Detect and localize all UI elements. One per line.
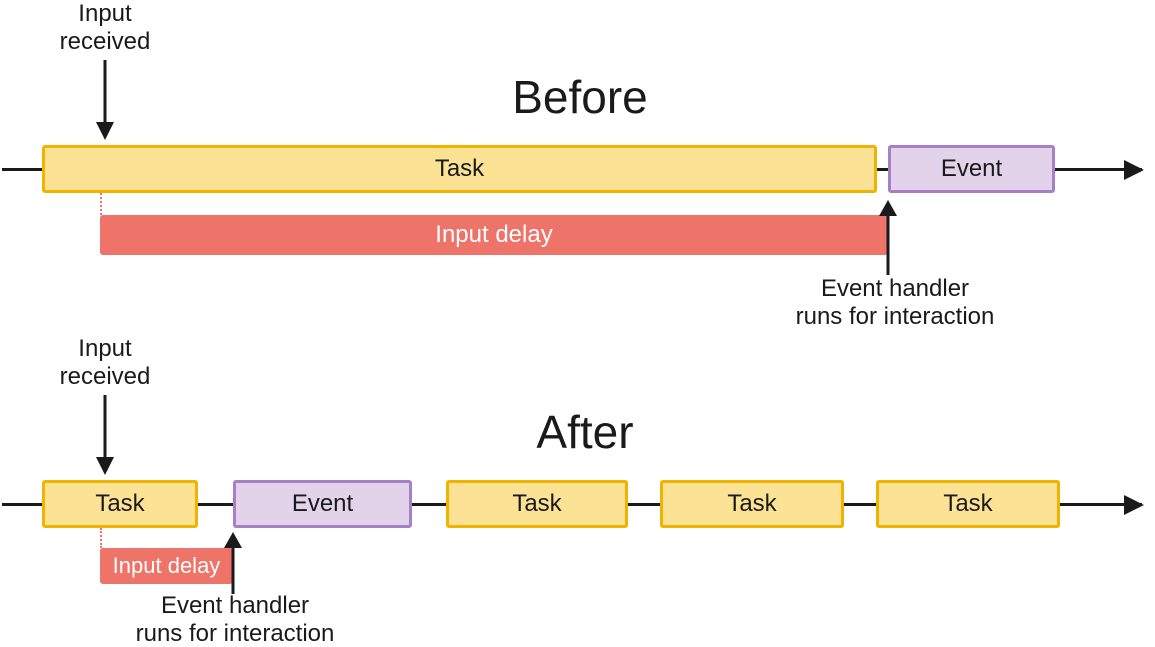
after-event-handler-label: Event handler runs for interaction	[115, 592, 355, 647]
before-event-handler-arrow	[882, 200, 902, 275]
timeline-arrowhead-icon	[1124, 160, 1144, 180]
before-task-box: Task	[42, 145, 877, 193]
before-event-handler-label: Event handler runs for interaction	[775, 275, 1015, 330]
after-input-received-label: Input received	[45, 335, 165, 390]
after-task-box-2: Task	[446, 480, 628, 528]
after-dotted-connector	[100, 528, 102, 548]
diagram-stage: Before Input received Task Event Input d…	[0, 0, 1155, 647]
after-task-box-1: Task	[42, 480, 198, 528]
before-input-arrow	[100, 60, 120, 140]
after-event-handler-arrow	[227, 532, 247, 594]
after-title: After	[485, 405, 685, 459]
after-event-box: Event	[233, 480, 412, 528]
before-input-delay-box: Input delay	[100, 215, 888, 255]
before-input-received-label: Input received	[45, 0, 165, 55]
after-input-delay-box: Input delay	[100, 548, 233, 584]
after-input-arrow	[100, 395, 120, 475]
before-title: Before	[460, 70, 700, 124]
before-event-box: Event	[888, 145, 1055, 193]
after-task-box-4: Task	[876, 480, 1060, 528]
timeline-arrowhead-icon	[1124, 495, 1144, 515]
after-task-box-3: Task	[660, 480, 844, 528]
before-dotted-connector	[100, 193, 102, 215]
